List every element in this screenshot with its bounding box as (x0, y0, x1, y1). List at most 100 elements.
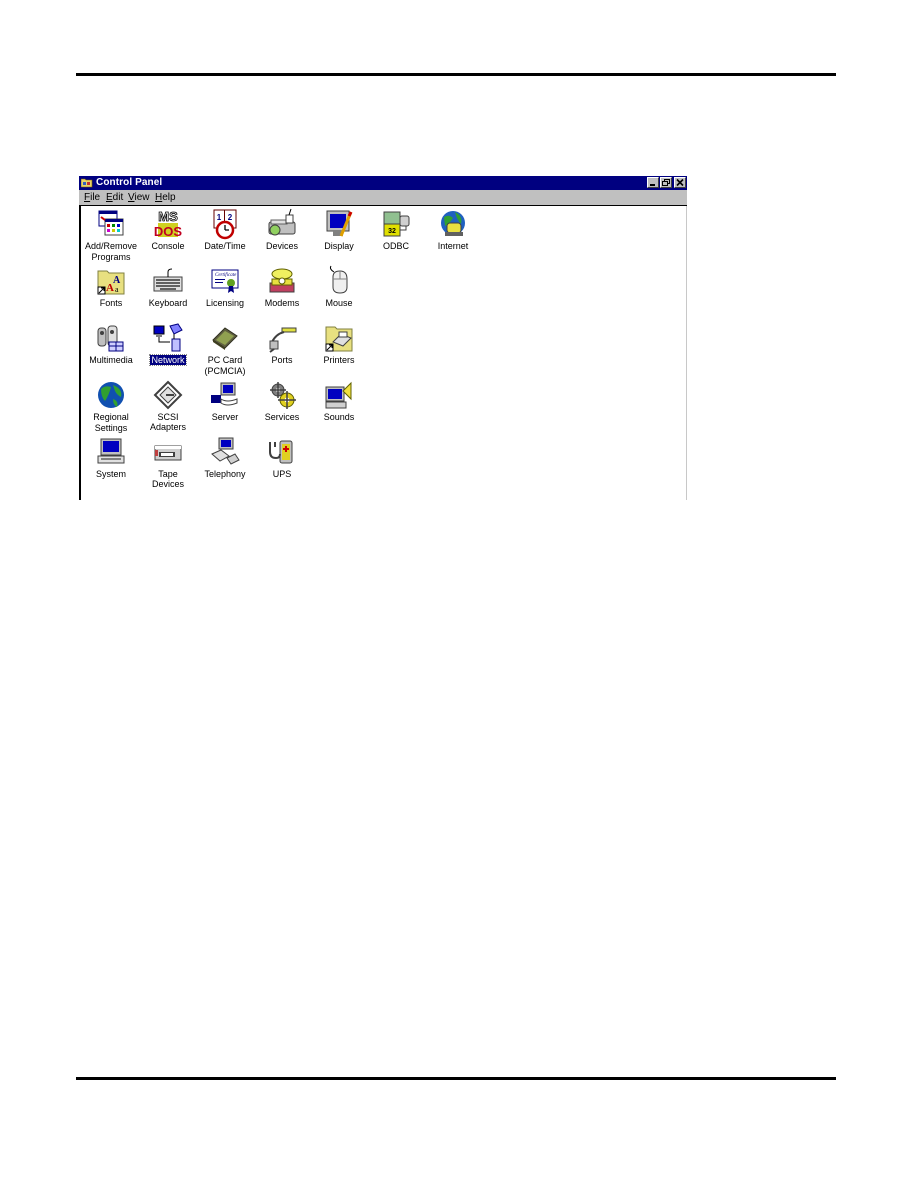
page-top-rule (76, 73, 836, 76)
svg-text:MS: MS (158, 209, 178, 224)
control-panel-item-system[interactable]: System (83, 436, 139, 479)
item-label: Add/Remove (84, 241, 138, 251)
control-panel-item-printers[interactable]: Printers (311, 322, 367, 365)
item-label: Mouse (325, 298, 353, 308)
item-label: Services (264, 412, 300, 422)
menu-bar: File Edit View Help (79, 190, 687, 206)
fonts-folder-icon: AA a (97, 270, 125, 295)
control-panel-item-tape-devices[interactable]: Tape Devices (140, 436, 196, 489)
minimize-icon (650, 184, 655, 186)
control-panel-window: Control Panel File Edit View Help Add/Re… (79, 176, 687, 500)
window-title: Control Panel (96, 177, 163, 188)
multimedia-icon (97, 325, 124, 352)
page-bottom-rule (76, 1077, 836, 1080)
icon-view: Add/Remove Programs MS DOS Console 1 2 Date/Tim… (79, 206, 687, 500)
item-label: Regional (93, 412, 129, 422)
licensing-certificate-icon: Certificate (211, 269, 239, 293)
sounds-speaker-icon (325, 381, 352, 409)
control-panel-item-services[interactable]: Services (254, 379, 310, 422)
svg-text:DOS: DOS (154, 224, 183, 239)
item-label-line2: Programs (91, 252, 131, 262)
control-panel-item-sounds[interactable]: Sounds (311, 379, 367, 422)
control-panel-item-pc-card-pcmcia[interactable]: PC Card (PCMCIA) (197, 322, 253, 376)
item-label: System (95, 469, 126, 479)
menu-file[interactable]: File (84, 191, 100, 205)
system-computer-icon (97, 438, 125, 464)
svg-text:1: 1 (217, 213, 222, 222)
control-panel-item-date-time[interactable]: 1 2 Date/Time (197, 208, 253, 251)
menu-help-rest: elp (162, 192, 176, 203)
control-panel-item-add-remove-programs[interactable]: Add/Remove Programs (83, 208, 139, 262)
control-panel-item-scsi-adapters[interactable]: SCSI Adapters (140, 379, 196, 432)
printers-folder-icon (325, 326, 353, 352)
menu-file-rest: ile (90, 192, 101, 203)
svg-text:A: A (106, 282, 114, 294)
item-label: Internet (437, 241, 469, 251)
control-panel-item-ports[interactable]: Ports (254, 322, 310, 365)
internet-icon (441, 211, 465, 236)
item-label: Modems (264, 298, 300, 308)
control-panel-item-display[interactable]: Display (311, 208, 367, 251)
item-label: ODBC (382, 241, 409, 251)
control-panel-item-keyboard[interactable]: Keyboard (140, 265, 196, 308)
item-label: SCSI Adapters (149, 412, 187, 432)
control-panel-item-console[interactable]: MS DOS Console (140, 208, 196, 251)
restore-icon (662, 179, 670, 186)
item-label: Sounds (323, 412, 355, 422)
item-label: Date/Time (204, 241, 246, 251)
item-label: Server (211, 412, 239, 422)
menu-edit[interactable]: Edit (106, 191, 123, 205)
item-label: Ports (271, 355, 293, 365)
services-gears-icon (270, 382, 296, 409)
close-icon (676, 178, 684, 187)
close-button[interactable] (674, 177, 686, 188)
scsi-adapter-icon (153, 380, 183, 410)
pc-card-icon (212, 327, 238, 350)
control-panel-item-multimedia[interactable]: Multimedia (83, 322, 139, 365)
control-panel-item-odbc[interactable]: 32 ODBC (368, 208, 424, 251)
item-label: Licensing (205, 298, 245, 308)
menu-edit-accel: E (106, 192, 113, 203)
menu-view-rest: iew (134, 192, 150, 203)
control-panel-item-regional-settings[interactable]: Regional Settings (83, 379, 139, 433)
devices-icon (268, 208, 296, 236)
control-panel-item-ups[interactable]: UPS (254, 436, 310, 479)
item-label: Network (149, 354, 187, 366)
item-label: Multimedia (89, 355, 133, 365)
control-panel-item-internet[interactable]: Internet (425, 208, 481, 251)
control-panel-item-network[interactable]: Network (140, 322, 196, 366)
item-label: Printers (323, 355, 355, 365)
tape-drive-icon (154, 445, 182, 461)
ups-battery-icon (269, 440, 293, 464)
control-panel-item-devices[interactable]: Devices (254, 208, 310, 251)
item-label: PC Card (207, 355, 243, 365)
mouse-icon (329, 265, 348, 294)
item-label: Keyboard (148, 298, 188, 308)
item-label: Fonts (99, 298, 123, 308)
minimize-button[interactable] (647, 177, 659, 188)
svg-text:32: 32 (388, 228, 396, 235)
control-panel-item-mouse[interactable]: Mouse (311, 265, 367, 308)
menu-help[interactable]: Help (155, 191, 176, 205)
control-panel-item-server[interactable]: Server (197, 379, 253, 422)
date-time-icon: 12 (213, 209, 237, 240)
console-msdos-icon: MSDOS (154, 209, 183, 239)
item-label: Devices (265, 241, 298, 251)
odbc-icon: 32 (383, 211, 410, 237)
network-icon (153, 323, 183, 352)
restore-button[interactable] (660, 177, 672, 188)
svg-text:2: 2 (228, 213, 233, 222)
keyboard-icon (153, 268, 183, 292)
control-panel-item-licensing[interactable]: Certificate Licensing (197, 265, 253, 308)
control-panel-item-fonts[interactable]: A Aa Fonts (83, 265, 139, 308)
item-label: Console (151, 241, 185, 251)
control-panel-item-telephony[interactable]: Telephony (197, 436, 253, 479)
menu-view[interactable]: View (128, 191, 150, 205)
item-label: Tape Devices (151, 469, 184, 489)
item-label: UPS (272, 469, 292, 479)
menu-edit-rest: dit (112, 192, 124, 203)
modem-phone-icon (269, 268, 295, 293)
title-bar[interactable]: Control Panel (79, 176, 687, 190)
control-panel-item-modems[interactable]: Modems (254, 265, 310, 308)
svg-text:a: a (115, 285, 119, 294)
